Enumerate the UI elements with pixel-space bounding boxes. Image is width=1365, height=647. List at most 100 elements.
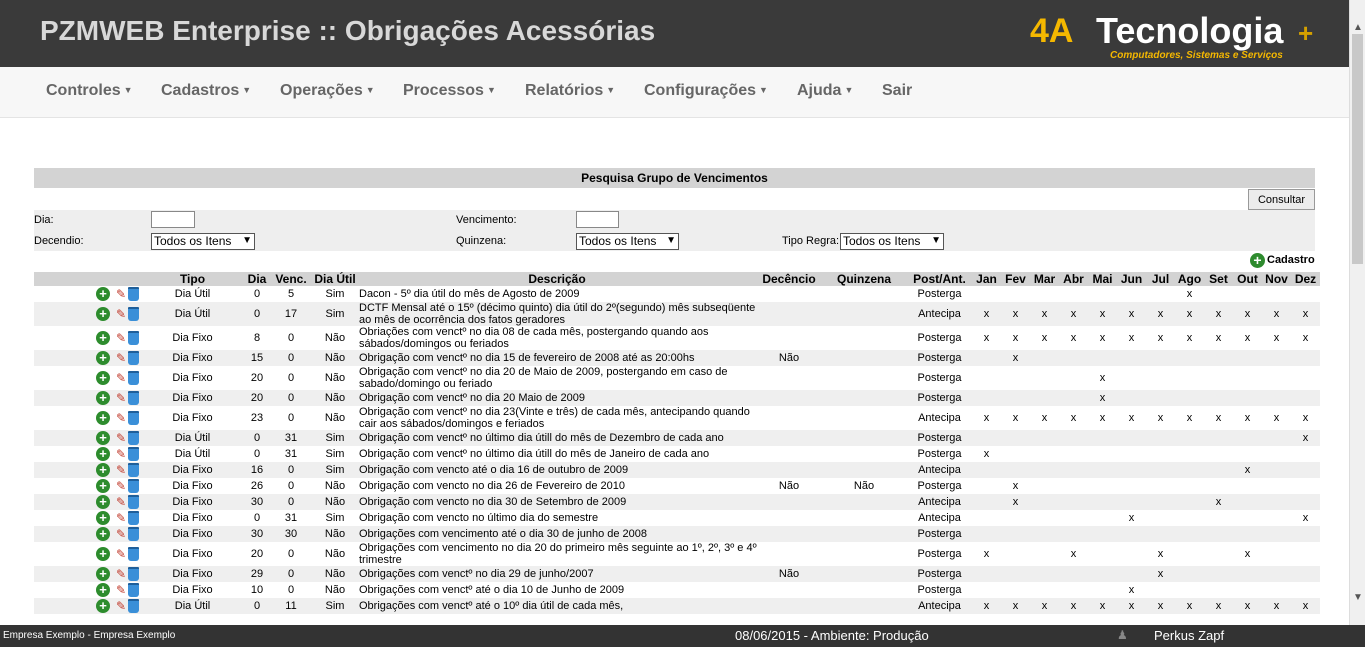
menu-sair[interactable]: Sair [882, 82, 912, 100]
edit-icon[interactable]: ✎ [112, 479, 126, 493]
menu-operacoes[interactable]: Operações ▼ [280, 82, 375, 100]
cell-desc: Obrigação com venctº no dia 20 de Maio d… [359, 366, 728, 390]
cell-month [1204, 390, 1233, 406]
add-icon[interactable]: + [96, 527, 110, 541]
cell-tipo: Dia Fixo [172, 332, 213, 344]
edit-icon[interactable]: ✎ [112, 447, 126, 461]
cell-month [1117, 462, 1146, 478]
scroll-up-icon[interactable]: ▲ [1353, 22, 1363, 33]
menu-controles[interactable]: Controles ▼ [46, 82, 133, 100]
delete-icon[interactable] [128, 463, 139, 477]
add-icon[interactable]: + [96, 511, 110, 525]
cell-month [1059, 286, 1088, 302]
add-icon[interactable]: + [96, 583, 110, 597]
consultar-button[interactable]: Consultar [1248, 189, 1315, 210]
table-row: + ✎ Dia Útil 0 5 Sim Dacon - 5º dia útil do mê… [34, 286, 1320, 302]
add-icon[interactable]: + [96, 431, 110, 445]
delete-icon[interactable] [128, 527, 139, 541]
edit-icon[interactable]: ✎ [112, 599, 126, 613]
delete-icon[interactable] [128, 495, 139, 509]
cell-dec [757, 390, 821, 406]
edit-icon[interactable]: ✎ [112, 411, 126, 425]
cell-month: x [1273, 332, 1280, 344]
decendio-select[interactable]: Todos os Itens ▼ [151, 233, 255, 250]
cell-quin [821, 406, 907, 430]
table-row: + ✎ Dia Fixo 16 0 Sim Obrigação com vencto até… [34, 462, 1320, 478]
add-icon[interactable]: + [96, 371, 110, 385]
delete-icon[interactable] [128, 447, 139, 461]
scroll-thumb[interactable] [1352, 34, 1363, 264]
add-icon[interactable]: + [96, 567, 110, 581]
menu-configuracoes[interactable]: Configurações ▼ [644, 82, 768, 100]
add-icon[interactable]: + [96, 331, 110, 345]
logo-plus-icon: + [1298, 18, 1314, 48]
edit-icon[interactable]: ✎ [112, 307, 126, 321]
add-icon[interactable]: + [96, 447, 110, 461]
edit-icon[interactable]: ✎ [112, 287, 126, 301]
edit-icon[interactable]: ✎ [112, 527, 126, 541]
cell-month [1030, 446, 1059, 462]
add-icon[interactable]: + [96, 547, 110, 561]
delete-icon[interactable] [128, 599, 139, 613]
delete-icon[interactable] [128, 431, 139, 445]
tipo-regra-select[interactable]: Todos os Itens ▼ [840, 233, 944, 250]
cell-month [1291, 350, 1320, 366]
cell-month [1262, 462, 1291, 478]
menu-processos[interactable]: Processos ▼ [403, 82, 496, 100]
cell-month [1030, 390, 1059, 406]
add-icon[interactable]: + [96, 391, 110, 405]
delete-icon[interactable] [128, 371, 139, 385]
cell-month [1059, 582, 1088, 598]
edit-icon[interactable]: ✎ [112, 495, 126, 509]
add-icon[interactable]: + [96, 599, 110, 613]
scroll-down-icon[interactable]: ▼ [1353, 592, 1363, 603]
cell-month [1088, 462, 1117, 478]
edit-icon[interactable]: ✎ [112, 351, 126, 365]
delete-icon[interactable] [128, 511, 139, 525]
cell-post: Posterga [917, 332, 962, 344]
quinzena-select[interactable]: Todos os Itens ▼ [576, 233, 679, 250]
delete-icon[interactable] [128, 479, 139, 493]
delete-icon[interactable] [128, 567, 139, 581]
cell-dia: 15 [245, 350, 269, 366]
page-scrollbar[interactable]: ▲ ▼ [1349, 0, 1365, 625]
cell-month [972, 390, 1001, 406]
edit-icon[interactable]: ✎ [112, 547, 126, 561]
add-icon[interactable]: + [96, 463, 110, 477]
delete-icon[interactable] [128, 287, 139, 301]
delete-icon[interactable] [128, 307, 139, 321]
edit-icon[interactable]: ✎ [112, 331, 126, 345]
cell-month [1059, 526, 1088, 542]
add-icon[interactable]: + [96, 495, 110, 509]
cell-month [1233, 478, 1262, 494]
delete-icon[interactable] [128, 583, 139, 597]
add-icon[interactable]: + [96, 351, 110, 365]
edit-icon[interactable]: ✎ [112, 583, 126, 597]
cadastro-link[interactable]: + Cadastro [1250, 253, 1315, 268]
delete-icon[interactable] [128, 411, 139, 425]
cell-venc: 0 [287, 412, 295, 424]
add-icon[interactable]: + [96, 411, 110, 425]
edit-icon[interactable]: ✎ [112, 371, 126, 385]
add-icon[interactable]: + [96, 307, 110, 321]
cell-month [1204, 430, 1233, 446]
delete-icon[interactable] [128, 391, 139, 405]
delete-icon[interactable] [128, 331, 139, 345]
menu-cadastros[interactable]: Cadastros ▼ [161, 82, 251, 100]
delete-icon[interactable] [128, 351, 139, 365]
edit-icon[interactable]: ✎ [112, 463, 126, 477]
dia-input[interactable] [151, 211, 195, 228]
edit-icon[interactable]: ✎ [112, 431, 126, 445]
add-icon[interactable]: + [96, 479, 110, 493]
cell-month [1030, 566, 1059, 582]
delete-icon[interactable] [128, 547, 139, 561]
add-icon[interactable]: + [96, 287, 110, 301]
menu-relatorios[interactable]: Relatórios ▼ [525, 82, 615, 100]
edit-icon[interactable]: ✎ [112, 391, 126, 405]
cell-month: x [1041, 332, 1048, 344]
vencimento-input[interactable] [576, 211, 619, 228]
cell-month [1030, 478, 1059, 494]
edit-icon[interactable]: ✎ [112, 511, 126, 525]
menu-ajuda[interactable]: Ajuda ▼ [797, 82, 853, 100]
edit-icon[interactable]: ✎ [112, 567, 126, 581]
